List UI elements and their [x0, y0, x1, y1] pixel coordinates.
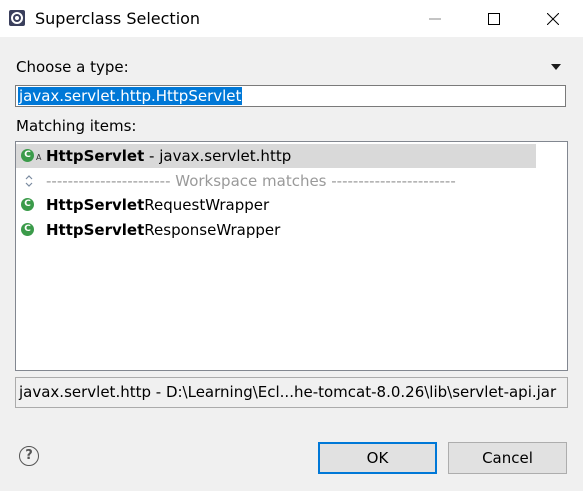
minimize-icon	[429, 18, 441, 19]
item-rest: - javax.servlet.http	[144, 147, 292, 165]
matching-items-list[interactable]: A HttpServlet - javax.servlet.http -----…	[15, 141, 568, 371]
item-match: HttpServlet	[46, 147, 145, 165]
cancel-button[interactable]: Cancel	[448, 442, 567, 474]
item-match: HttpServlet	[46, 221, 145, 239]
expand-collapse-icon[interactable]	[24, 173, 34, 189]
item-rest: RequestWrapper	[144, 196, 270, 214]
maximize-button[interactable]	[466, 0, 522, 37]
abstract-marker-icon: A	[36, 153, 42, 162]
matching-items-label: Matching items:	[16, 117, 137, 135]
ok-button[interactable]: OK	[318, 442, 437, 474]
list-item[interactable]: HttpServletRequestWrapper	[16, 193, 536, 217]
list-item[interactable]: HttpServletResponseWrapper	[16, 218, 536, 242]
type-filter-input[interactable]: javax.servlet.http.HttpServlet	[15, 85, 566, 107]
item-rest: ResponseWrapper	[144, 221, 281, 239]
minimize-button[interactable]	[407, 0, 463, 37]
separator-text: ----------------------- Workspace matche…	[46, 172, 456, 190]
class-icon	[21, 149, 34, 162]
workspace-matches-separator: ----------------------- Workspace matche…	[16, 169, 566, 193]
close-icon	[547, 12, 559, 25]
close-button[interactable]	[525, 0, 581, 37]
class-icon	[21, 198, 34, 211]
type-filter-value: javax.servlet.http.HttpServlet	[18, 87, 243, 105]
maximize-icon	[488, 12, 500, 25]
window-title: Superclass Selection	[35, 9, 201, 28]
list-item[interactable]: A HttpServlet - javax.servlet.http	[16, 144, 536, 168]
choose-type-label: Choose a type:	[16, 58, 129, 76]
eclipse-gear-icon	[9, 10, 25, 26]
title-bar: Superclass Selection	[0, 0, 583, 37]
help-icon[interactable]: ?	[19, 446, 39, 466]
location-status-field: javax.servlet.http - D:\Learning\Ecl...h…	[15, 377, 568, 408]
item-match: HttpServlet	[46, 196, 145, 214]
history-dropdown-icon[interactable]	[551, 64, 561, 70]
class-icon	[21, 223, 34, 236]
